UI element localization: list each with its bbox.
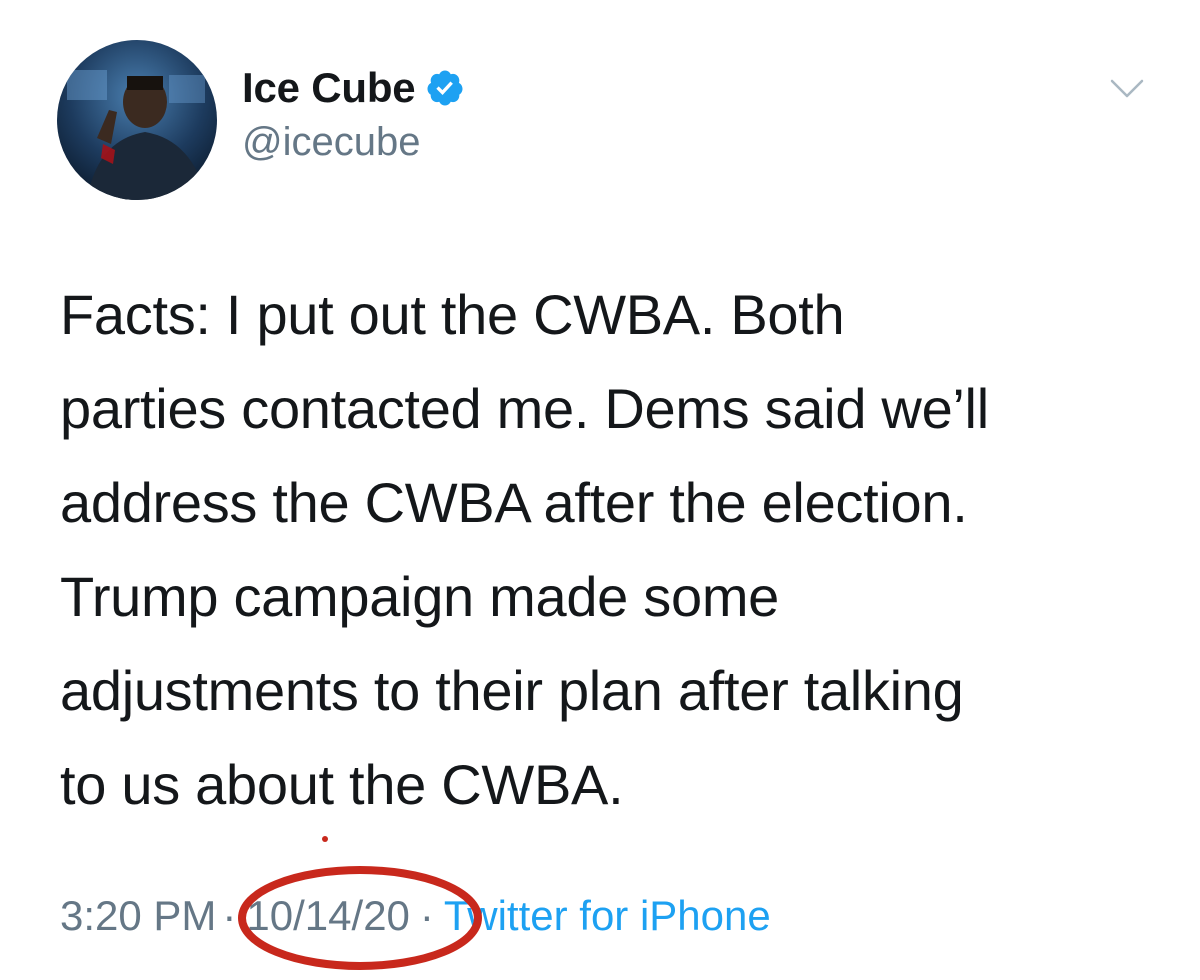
tweet-text: Facts: I put out the CWBA. Both parties … (60, 283, 989, 816)
tweet-date[interactable]: 10/14/20 (246, 892, 410, 940)
avatar-image (57, 40, 217, 200)
chevron-down-icon[interactable] (1110, 78, 1144, 100)
author-handle[interactable]: @icecube (242, 120, 465, 165)
tweet-time[interactable]: 3:20 PM (60, 892, 216, 940)
tweet-meta: 3:20 PM · 10/14/20 · Twitter for iPhone (60, 892, 771, 940)
tweet-card: Ice Cube @icecube Facts: I put out the C… (0, 0, 1200, 980)
author-info: Ice Cube @icecube (242, 60, 465, 165)
meta-separator: · (222, 892, 237, 939)
annotation-dot (322, 836, 328, 842)
verified-badge-icon (425, 68, 465, 108)
tweet-source-link[interactable]: Twitter for iPhone (444, 892, 771, 940)
display-name[interactable]: Ice Cube (242, 64, 416, 112)
avatar[interactable] (57, 40, 217, 200)
meta-separator: · (419, 892, 434, 939)
author-name-row: Ice Cube (242, 60, 465, 116)
